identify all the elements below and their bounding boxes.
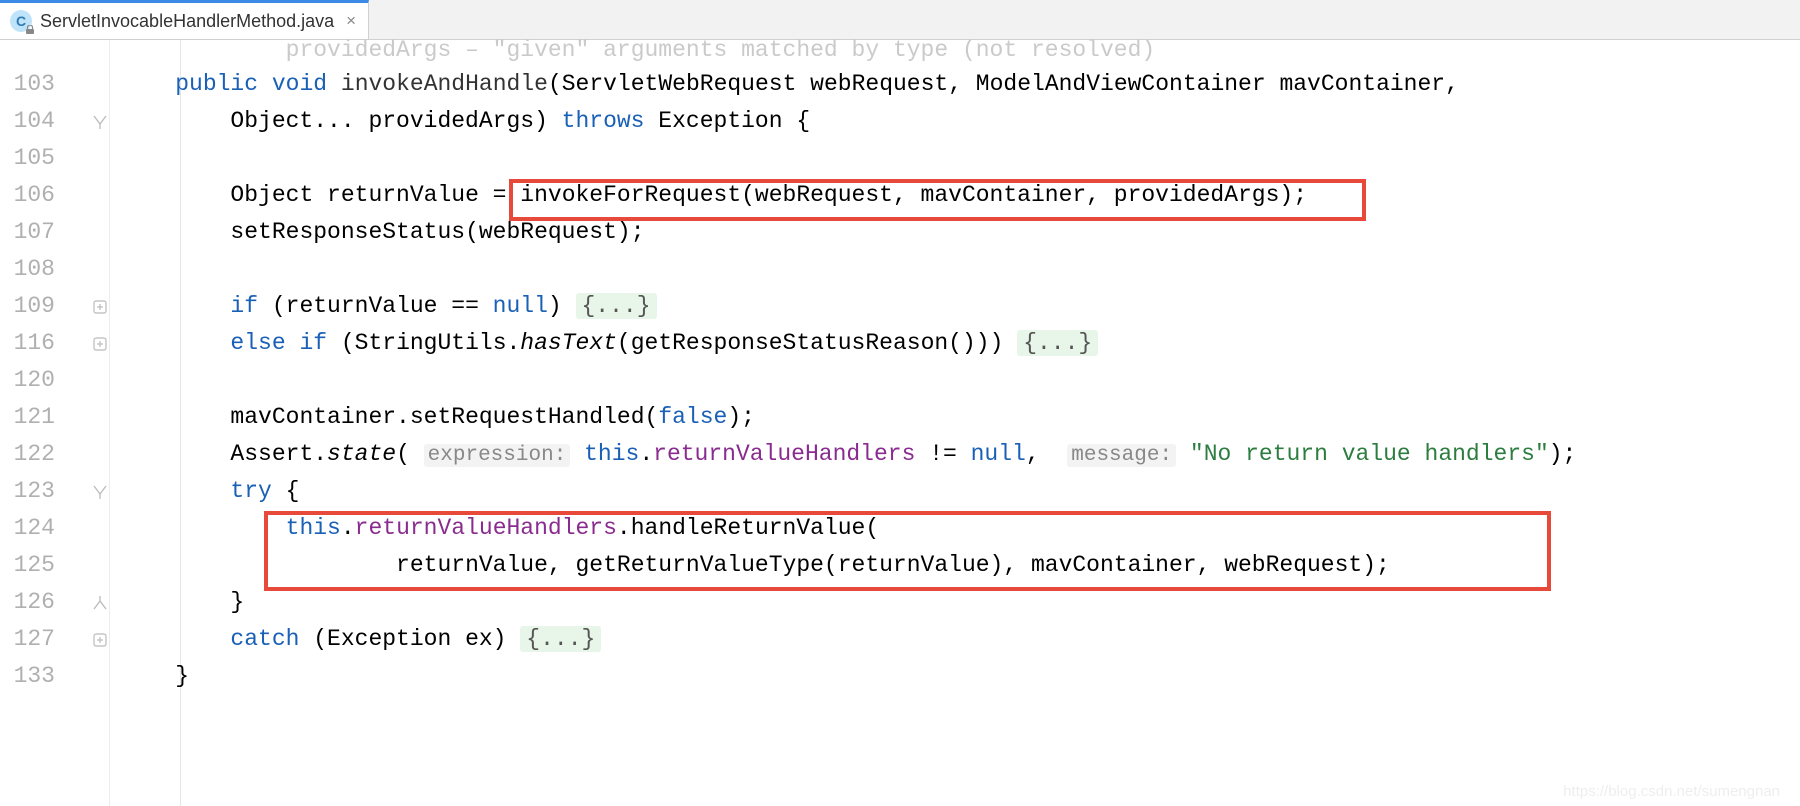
code-line[interactable] [110, 251, 1800, 288]
param-hint: expression: [424, 444, 571, 467]
tab-bar: C ServletInvocableHandlerMethod.java × [0, 0, 1800, 40]
tab-filename: ServletInvocableHandlerMethod.java [40, 11, 334, 32]
folded-region[interactable]: {...} [520, 626, 601, 652]
folded-region[interactable]: {...} [1017, 330, 1098, 356]
editor-area: 103 104 105 106 107 108 109 116 120 121 … [0, 40, 1800, 806]
line-number: 122 [0, 436, 109, 473]
code-line[interactable] [110, 140, 1800, 177]
fold-expand-icon[interactable] [93, 300, 107, 314]
line-number: 133 [0, 658, 109, 695]
watermark-text: https://blog.csdn.net/sumengnan [1563, 783, 1780, 800]
code-line[interactable]: catch (Exception ex) {...} [110, 621, 1800, 658]
close-icon[interactable]: × [342, 11, 356, 31]
line-number: 127 [0, 621, 109, 658]
code-line[interactable]: Object... providedArgs) throws Exception… [110, 103, 1800, 140]
folded-region[interactable]: {...} [576, 293, 657, 319]
line-number: 116 [0, 325, 109, 362]
code-line[interactable]: public void invokeAndHandle(ServletWebRe… [110, 66, 1800, 103]
class-file-icon: C [10, 10, 32, 32]
code-line[interactable]: else if (StringUtils.hasText(getResponse… [110, 325, 1800, 362]
code-line[interactable]: this.returnValueHandlers.handleReturnVal… [110, 510, 1800, 547]
fold-collapse-icon[interactable] [93, 115, 107, 129]
code-line[interactable] [110, 362, 1800, 399]
code-line[interactable]: if (returnValue == null) {...} [110, 288, 1800, 325]
code-line[interactable]: try { [110, 473, 1800, 510]
line-number: 106 [0, 177, 109, 214]
line-number: 126 [0, 584, 109, 621]
code-line[interactable]: } [110, 658, 1800, 695]
line-number: 121 [0, 399, 109, 436]
line-number: 123 [0, 473, 109, 510]
file-tab[interactable]: C ServletInvocableHandlerMethod.java × [0, 0, 369, 39]
code-line[interactable]: setResponseStatus(webRequest); [110, 214, 1800, 251]
code-line[interactable]: Object returnValue = invokeForRequest(we… [110, 177, 1800, 214]
line-number: 120 [0, 362, 109, 399]
fold-expand-icon[interactable] [93, 337, 107, 351]
param-hint: message: [1067, 444, 1176, 467]
fold-up-icon[interactable] [93, 596, 107, 610]
code-line[interactable]: returnValue, getReturnValueType(returnVa… [110, 547, 1800, 584]
line-number: 104 [0, 103, 109, 140]
line-number: 109 [0, 288, 109, 325]
lock-icon [25, 25, 35, 35]
gutter: 103 104 105 106 107 108 109 116 120 121 … [0, 40, 110, 806]
code-line[interactable]: Assert.state( expression: this.returnVal… [110, 436, 1800, 473]
line-number: 103 [0, 66, 109, 103]
code-line[interactable]: } [110, 584, 1800, 621]
line-number: 107 [0, 214, 109, 251]
truncated-doc-line: providedArgs – "given" arguments matched… [110, 44, 1800, 66]
fold-expand-icon[interactable] [93, 633, 107, 647]
line-number: 108 [0, 251, 109, 288]
code-area[interactable]: providedArgs – "given" arguments matched… [110, 40, 1800, 806]
line-number: 105 [0, 140, 109, 177]
code-line[interactable]: mavContainer.setRequestHandled(false); [110, 399, 1800, 436]
line-number: 124 [0, 510, 109, 547]
fold-collapse-icon[interactable] [93, 485, 107, 499]
line-number: 125 [0, 547, 109, 584]
